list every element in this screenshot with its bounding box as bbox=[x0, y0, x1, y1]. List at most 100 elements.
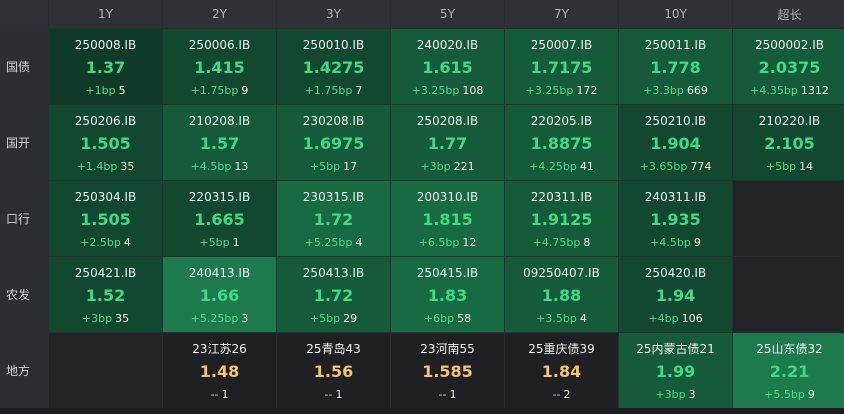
bond-yield: 1.505 bbox=[80, 209, 131, 229]
bond-yield: 1.904 bbox=[650, 133, 701, 153]
trade-count: 1312 bbox=[800, 83, 829, 97]
row-header-0[interactable]: 国债 bbox=[0, 29, 48, 104]
row-header-3[interactable]: 农发 bbox=[0, 257, 48, 332]
trade-count: 9 bbox=[807, 387, 815, 401]
bond-code: 230208.IB bbox=[302, 113, 365, 128]
bond-cell[interactable]: 250413.IB 1.72 +5bp 29 bbox=[277, 257, 390, 332]
column-header-4[interactable]: 7Y bbox=[505, 0, 618, 28]
bp-change: +6.5bp bbox=[418, 235, 460, 249]
empty-cell bbox=[733, 257, 844, 332]
bp-change: -- bbox=[552, 387, 561, 401]
bond-code: 220315.IB bbox=[188, 189, 251, 204]
bp-change: +4.75bp bbox=[532, 235, 581, 249]
bond-cell[interactable]: 240413.IB 1.66 +5.25bp 3 bbox=[163, 257, 276, 332]
bond-code: 250008.IB bbox=[74, 37, 137, 52]
bond-change: -- 1 bbox=[325, 388, 343, 402]
empty-cell bbox=[49, 333, 162, 408]
column-header-2[interactable]: 3Y bbox=[277, 0, 390, 28]
bond-yield: 1.77 bbox=[427, 133, 468, 153]
bond-cell[interactable]: 240020.IB 1.615 +3.25bp 108 bbox=[391, 29, 504, 104]
bond-yield: 2.105 bbox=[764, 133, 815, 153]
bond-change: +2.5bp 4 bbox=[80, 236, 131, 250]
bp-change: +5bp bbox=[309, 159, 341, 173]
bond-cell[interactable]: 25重庆债39 1.84 -- 2 bbox=[505, 333, 618, 408]
bond-change: +1.75bp 9 bbox=[191, 84, 249, 98]
trade-count: 669 bbox=[686, 83, 708, 97]
empty-cell bbox=[733, 181, 844, 256]
bond-code: 23江苏26 bbox=[192, 341, 247, 356]
bp-change: +5.25bp bbox=[190, 311, 239, 325]
bond-cell[interactable]: 250010.IB 1.4275 +1.75bp 7 bbox=[277, 29, 390, 104]
bond-yield: 1.615 bbox=[422, 57, 473, 77]
trade-count: 58 bbox=[457, 311, 472, 325]
bond-yield: 1.84 bbox=[541, 361, 582, 381]
bond-cell[interactable]: 250011.IB 1.778 +3.3bp 669 bbox=[619, 29, 732, 104]
column-header-1[interactable]: 2Y bbox=[163, 0, 276, 28]
trade-count: 17 bbox=[343, 159, 358, 173]
bp-change: -- bbox=[438, 387, 447, 401]
column-header-5[interactable]: 10Y bbox=[619, 0, 732, 28]
bp-change: +3.25bp bbox=[525, 83, 574, 97]
bond-yield: 1.415 bbox=[194, 57, 245, 77]
column-header-6[interactable]: 超长 bbox=[733, 0, 844, 28]
bond-change: +1.75bp 7 bbox=[305, 84, 363, 98]
bond-cell[interactable]: 230208.IB 1.6975 +5bp 17 bbox=[277, 105, 390, 180]
bond-change: +3.3bp 669 bbox=[643, 84, 708, 98]
bond-cell[interactable]: 250415.IB 1.83 +6bp 58 bbox=[391, 257, 504, 332]
bp-change: +4bp bbox=[648, 311, 679, 325]
bond-cell[interactable]: 210208.IB 1.57 +4.5bp 13 bbox=[163, 105, 276, 180]
bond-cell[interactable]: 210220.IB 2.105 +5bp 14 bbox=[733, 105, 844, 180]
trade-count: 5 bbox=[118, 83, 126, 97]
bond-code: 200310.IB bbox=[416, 189, 479, 204]
bond-cell[interactable]: 09250407.IB 1.88 +3.5bp 4 bbox=[505, 257, 618, 332]
bond-cell[interactable]: 220315.IB 1.665 +5bp 1 bbox=[163, 181, 276, 256]
bond-code: 250010.IB bbox=[302, 37, 365, 52]
bp-change: -- bbox=[324, 387, 333, 401]
bond-cell[interactable]: 25内蒙古债21 1.99 +3bp 3 bbox=[619, 333, 732, 408]
bp-change: +3.3bp bbox=[643, 83, 684, 97]
row-header-1[interactable]: 国开 bbox=[0, 105, 48, 180]
bond-cell[interactable]: 220205.IB 1.8875 +4.25bp 41 bbox=[505, 105, 618, 180]
bond-code: 250206.IB bbox=[74, 113, 137, 128]
bp-change: +1.75bp bbox=[304, 83, 353, 97]
bond-cell[interactable]: 230315.IB 1.72 +5.25bp 4 bbox=[277, 181, 390, 256]
bond-cell[interactable]: 220311.IB 1.9125 +4.75bp 8 bbox=[505, 181, 618, 256]
bond-cell[interactable]: 25青岛43 1.56 -- 1 bbox=[277, 333, 390, 408]
bond-cell[interactable]: 250421.IB 1.52 +3bp 35 bbox=[49, 257, 162, 332]
bond-cell[interactable]: 240311.IB 1.935 +4.5bp 9 bbox=[619, 181, 732, 256]
bond-cell[interactable]: 25山东债32 2.21 +5.5bp 9 bbox=[733, 333, 844, 408]
bond-cell[interactable]: 250006.IB 1.415 +1.75bp 9 bbox=[163, 29, 276, 104]
trade-count: 4 bbox=[123, 235, 131, 249]
bond-cell[interactable]: 250210.IB 1.904 +3.65bp 774 bbox=[619, 105, 732, 180]
bond-cell[interactable]: 250206.IB 1.505 +1.4bp 35 bbox=[49, 105, 162, 180]
bond-code: 250421.IB bbox=[74, 265, 137, 280]
bond-code: 09250407.IB bbox=[523, 265, 600, 280]
bond-yield: 1.52 bbox=[85, 285, 126, 305]
column-header-3[interactable]: 5Y bbox=[391, 0, 504, 28]
bond-cell[interactable]: 200310.IB 1.815 +6.5bp 12 bbox=[391, 181, 504, 256]
bond-cell[interactable]: 250304.IB 1.505 +2.5bp 4 bbox=[49, 181, 162, 256]
bond-yield: 1.505 bbox=[80, 133, 131, 153]
bond-code: 250007.IB bbox=[530, 37, 593, 52]
bond-cell[interactable]: 23江苏26 1.48 -- 1 bbox=[163, 333, 276, 408]
bond-cell[interactable]: 250007.IB 1.7175 +3.25bp 172 bbox=[505, 29, 618, 104]
row-header-2[interactable]: 口行 bbox=[0, 181, 48, 256]
trade-count: 12 bbox=[462, 235, 477, 249]
bond-code: 250413.IB bbox=[302, 265, 365, 280]
bond-code: 23河南55 bbox=[420, 341, 475, 356]
bond-change: +4.25bp 41 bbox=[529, 160, 594, 174]
bond-yield: 1.665 bbox=[194, 209, 245, 229]
bond-cell[interactable]: 250208.IB 1.77 +3bp 221 bbox=[391, 105, 504, 180]
bond-code: 210208.IB bbox=[188, 113, 251, 128]
bond-cell[interactable]: 250420.IB 1.94 +4bp 106 bbox=[619, 257, 732, 332]
bond-cell[interactable]: 2500002.IB 2.0375 +4.35bp 1312 bbox=[733, 29, 844, 104]
column-header-0[interactable]: 1Y bbox=[49, 0, 162, 28]
bond-change: +4.75bp 8 bbox=[533, 236, 591, 250]
bp-change: +1.4bp bbox=[76, 159, 118, 173]
bond-change: -- 1 bbox=[439, 388, 457, 402]
bond-cell[interactable]: 250008.IB 1.37 +1bp 5 bbox=[49, 29, 162, 104]
bond-cell[interactable]: 23河南55 1.585 -- 1 bbox=[391, 333, 504, 408]
bond-change: +5bp 1 bbox=[199, 236, 239, 250]
row-header-4[interactable]: 地方 bbox=[0, 333, 48, 408]
bond-yield: 1.83 bbox=[427, 285, 468, 305]
